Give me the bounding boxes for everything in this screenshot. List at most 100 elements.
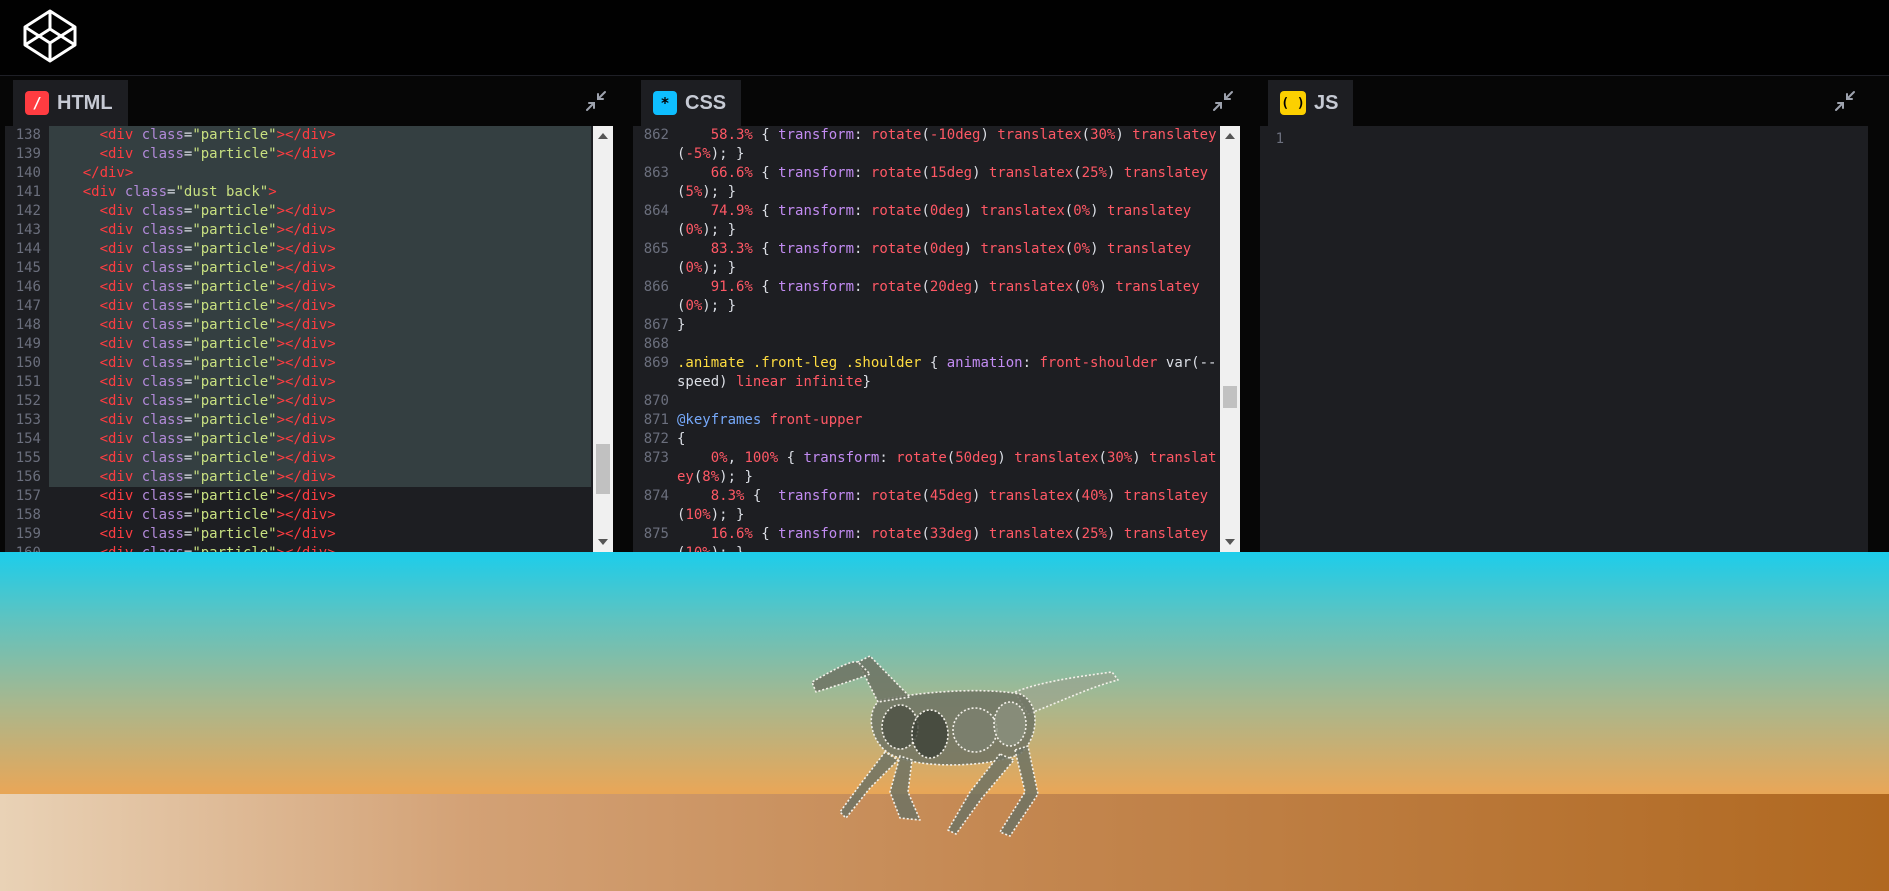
line-number: 150 bbox=[15, 355, 41, 371]
code-text: <div class="particle"></div> bbox=[99, 507, 336, 523]
line-number: 873 bbox=[643, 450, 669, 466]
line-number: 142 bbox=[15, 203, 41, 219]
code-line[interactable]: 866 91.6% { transform: rotate(20deg) tra… bbox=[633, 278, 1218, 316]
line-number: 160 bbox=[5, 544, 49, 552]
line-number: 143 bbox=[15, 222, 41, 238]
scroll-up-arrow-icon[interactable] bbox=[1225, 133, 1235, 139]
code-text: 0%, 100% { transform: rotate(50deg) tran… bbox=[677, 450, 1217, 485]
code-line[interactable]: 865 83.3% { transform: rotate(0deg) tran… bbox=[633, 240, 1218, 278]
line-number: 152 bbox=[15, 393, 41, 409]
html-code-editor[interactable]: 138 <div class="particle"></div> 139 <div… bbox=[5, 126, 613, 552]
code-line[interactable]: 151 <div class="particle"></div> bbox=[5, 373, 591, 392]
scroll-up-arrow-icon[interactable] bbox=[598, 133, 608, 139]
line-number: 868 bbox=[643, 336, 669, 352]
js-code-editor[interactable]: 1 bbox=[1260, 126, 1868, 552]
code-line[interactable]: 862 58.3% { transform: rotate(-10deg) tr… bbox=[633, 126, 1218, 164]
scroll-down-arrow-icon[interactable] bbox=[598, 539, 608, 545]
code-text: </div> bbox=[49, 164, 591, 183]
line-number: 867 bbox=[643, 317, 669, 333]
css-badge: * bbox=[653, 91, 677, 115]
code-text: 66.6% { transform: rotate(15deg) transla… bbox=[677, 165, 1209, 200]
code-line[interactable]: 158 <div class="particle"></div> bbox=[5, 506, 591, 525]
js-code-lines: 1 bbox=[1260, 130, 1846, 149]
code-line[interactable]: 139 <div class="particle"></div> bbox=[5, 145, 591, 164]
tab-css[interactable]: * CSS bbox=[641, 80, 742, 126]
editor-panes: / HTML 138 <div class="particle"></div> 1… bbox=[0, 76, 1889, 552]
code-line[interactable]: 159 <div class="particle"></div> bbox=[5, 525, 591, 544]
css-scroll-thumb[interactable] bbox=[1223, 386, 1237, 408]
code-text: } bbox=[677, 317, 686, 333]
code-line[interactable]: 868 bbox=[633, 335, 1218, 354]
code-line[interactable]: 869 .animate .front-leg .shoulder { anima… bbox=[633, 354, 1218, 392]
html-scrollbar[interactable] bbox=[593, 126, 613, 552]
tab-js[interactable]: ( ) JS bbox=[1268, 80, 1354, 126]
collapse-arrows-icon[interactable] bbox=[1212, 90, 1234, 112]
code-line[interactable]: 864 74.9% { transform: rotate(0deg) tran… bbox=[633, 202, 1218, 240]
code-text: 83.3% { transform: rotate(0deg) translat… bbox=[677, 241, 1192, 276]
code-line[interactable]: 144 <div class="particle"></div> bbox=[5, 240, 591, 259]
line-number: 870 bbox=[643, 393, 669, 409]
code-line[interactable]: 142 <div class="particle"></div> bbox=[5, 202, 591, 221]
code-line[interactable]: 157 <div class="particle"></div> bbox=[5, 487, 591, 506]
line-number: 146 bbox=[15, 279, 41, 295]
html-scroll-thumb[interactable] bbox=[596, 444, 610, 494]
line-number: 147 bbox=[15, 298, 41, 314]
code-line[interactable]: 140 </div> bbox=[5, 164, 591, 183]
code-text: <div class="particle"></div> bbox=[49, 449, 591, 468]
line-number: 141 bbox=[15, 184, 41, 200]
css-pane-header: * CSS bbox=[633, 76, 1240, 126]
html-badge: / bbox=[25, 91, 49, 115]
code-line[interactable]: 160 <div class="particle"></div> bbox=[5, 544, 591, 552]
code-line[interactable]: 150 <div class="particle"></div> bbox=[5, 354, 591, 373]
code-line[interactable]: 147 <div class="particle"></div> bbox=[5, 297, 591, 316]
code-line[interactable]: 148 <div class="particle"></div> bbox=[5, 316, 591, 335]
css-code-editor[interactable]: 862 58.3% { transform: rotate(-10deg) tr… bbox=[633, 126, 1240, 552]
code-text: 74.9% { transform: rotate(0deg) translat… bbox=[677, 203, 1192, 238]
line-number: 153 bbox=[15, 412, 41, 428]
css-scrollbar[interactable] bbox=[1220, 126, 1240, 552]
line-number: 863 bbox=[643, 165, 669, 181]
line-number: 154 bbox=[15, 431, 41, 447]
code-line[interactable]: 155 <div class="particle"></div> bbox=[5, 449, 591, 468]
line-number: 871 bbox=[643, 412, 669, 428]
code-line[interactable]: 152 <div class="particle"></div> bbox=[5, 392, 591, 411]
code-text: <div class="particle"></div> bbox=[49, 468, 591, 487]
code-text: <div class="particle"></div> bbox=[49, 544, 591, 552]
collapse-arrows-icon[interactable] bbox=[585, 90, 607, 112]
css-tab-label: CSS bbox=[685, 91, 727, 114]
code-line[interactable]: 873 0%, 100% { transform: rotate(50deg) … bbox=[633, 449, 1218, 487]
line-number: 144 bbox=[15, 241, 41, 257]
code-text: .animate .front-leg .shoulder { animatio… bbox=[677, 355, 1217, 390]
collapse-arrows-icon[interactable] bbox=[1834, 90, 1856, 112]
code-line[interactable]: 138 <div class="particle"></div> bbox=[5, 126, 591, 145]
codepen-logo-icon[interactable] bbox=[22, 8, 78, 64]
code-text: <div class="particle"></div> bbox=[49, 354, 591, 373]
code-line[interactable]: 872 { bbox=[633, 430, 1218, 449]
code-line[interactable]: 870 bbox=[633, 392, 1218, 411]
html-pane-header: / HTML bbox=[5, 76, 613, 126]
code-line[interactable]: 154 <div class="particle"></div> bbox=[5, 430, 591, 449]
code-line[interactable]: 871 @keyframes front-upper bbox=[633, 411, 1218, 430]
code-line[interactable]: 143 <div class="particle"></div> bbox=[5, 221, 591, 240]
code-text: <div class="particle"></div> bbox=[49, 126, 591, 145]
top-bar bbox=[0, 0, 1889, 76]
result-preview[interactable] bbox=[0, 552, 1889, 891]
code-line[interactable]: 149 <div class="particle"></div> bbox=[5, 335, 591, 354]
code-line[interactable]: 875 16.6% { transform: rotate(33deg) tra… bbox=[633, 525, 1218, 552]
tab-html[interactable]: / HTML bbox=[13, 80, 128, 126]
code-text: <div class="particle"></div> bbox=[49, 392, 591, 411]
scroll-down-arrow-icon[interactable] bbox=[1225, 539, 1235, 545]
code-line[interactable]: 874 8.3% { transform: rotate(45deg) tran… bbox=[633, 487, 1218, 525]
code-line[interactable]: 141 <div class="dust back"> bbox=[5, 183, 591, 202]
code-line[interactable]: 153 <div class="particle"></div> bbox=[5, 411, 591, 430]
code-line[interactable]: 1 bbox=[1260, 130, 1846, 149]
code-line[interactable]: 156 <div class="particle"></div> bbox=[5, 468, 591, 487]
line-number: 158 bbox=[15, 507, 41, 523]
code-line[interactable]: 146 <div class="particle"></div> bbox=[5, 278, 591, 297]
code-line[interactable]: 867} bbox=[633, 316, 1218, 335]
code-line[interactable]: 863 66.6% { transform: rotate(15deg) tra… bbox=[633, 164, 1218, 202]
line-number: 865 bbox=[643, 241, 669, 257]
code-line[interactable]: 145 <div class="particle"></div> bbox=[5, 259, 591, 278]
line-number: 151 bbox=[15, 374, 41, 390]
